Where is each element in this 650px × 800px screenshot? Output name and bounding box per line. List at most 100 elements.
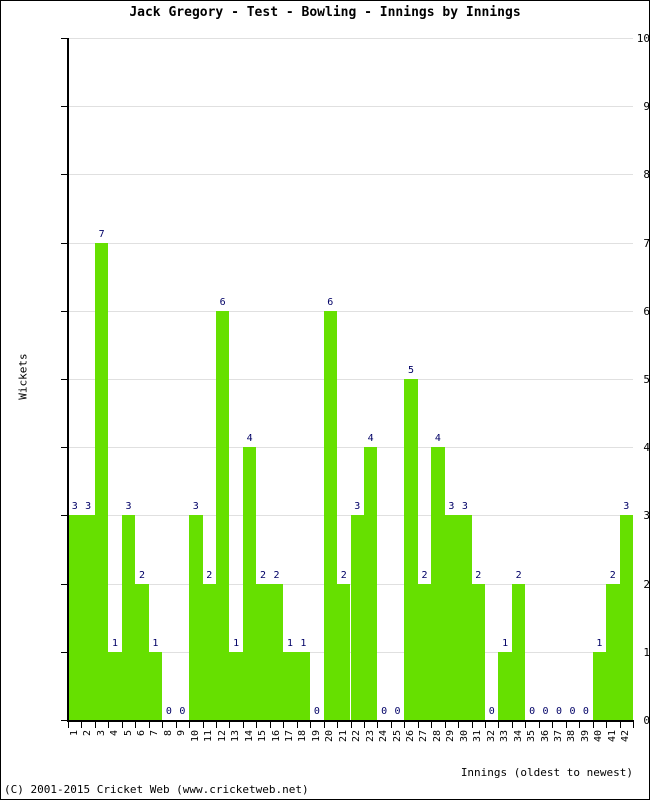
x-axis-tick (538, 722, 540, 728)
gridline (68, 38, 633, 39)
x-axis-tick-label: 18 (297, 730, 309, 743)
bar (135, 583, 149, 720)
x-axis-tick (215, 722, 217, 728)
x-axis-tick-label: 39 (579, 730, 591, 743)
x-axis-tick (108, 722, 110, 728)
bar (606, 583, 620, 720)
x-axis-tick-label: 7 (149, 730, 161, 737)
x-axis-tick-label: 28 (431, 730, 443, 743)
x-axis-tick (579, 722, 581, 728)
bar (471, 583, 485, 720)
x-axis-tick-label: 34 (512, 730, 524, 743)
x-axis-tick-label: 35 (526, 730, 538, 743)
x-axis-tick (162, 722, 164, 728)
x-axis-tick (175, 722, 177, 728)
bar (592, 651, 607, 720)
x-axis-tick (189, 722, 191, 728)
bar (323, 310, 338, 720)
bar (121, 515, 136, 720)
x-axis-tick-label: 22 (351, 730, 363, 743)
x-axis-tick (525, 722, 527, 728)
x-axis-tick-label: 37 (553, 730, 564, 743)
x-axis-tick-label: 3 (95, 730, 107, 737)
x-axis-tick-label: 26 (405, 730, 417, 743)
gridline (68, 106, 633, 108)
bar (350, 515, 364, 720)
bar (283, 651, 297, 720)
x-axis-tick (337, 722, 339, 728)
footer-copyright: (C) 2001-2015 Cricket Web (www.cricketwe… (4, 783, 309, 796)
gridline (68, 242, 633, 244)
x-axis-tick-label: 24 (378, 730, 390, 743)
gridline (68, 379, 633, 380)
bar (81, 515, 95, 720)
x-axis-tick-label: 40 (593, 730, 605, 743)
x-axis-tick (458, 722, 460, 728)
x-axis-tick (229, 722, 231, 728)
bar-value-label: 6 (327, 296, 334, 308)
x-axis-tick (619, 722, 621, 728)
x-axis-tick (404, 722, 406, 728)
bar-value-label: 6 (219, 296, 226, 308)
x-axis-tick-label: 42 (620, 730, 632, 743)
bar-value-label: 1 (152, 637, 159, 649)
x-axis-tick (135, 722, 137, 728)
bar (404, 379, 418, 720)
x-axis-tick-label: 14 (243, 730, 255, 743)
bar (337, 583, 351, 720)
bar-value-label: 3 (125, 501, 132, 513)
x-axis-tick-label: 11 (203, 730, 215, 743)
x-axis-tick (552, 722, 554, 728)
x-axis-tick-label: 9 (176, 730, 188, 737)
x-axis-tick (498, 722, 500, 728)
x-axis-tick (350, 722, 352, 728)
bar (215, 310, 230, 720)
gridline (68, 447, 633, 449)
bar-value-label: 1 (300, 637, 307, 649)
plot-area: 3371321003261422110623400524332012000001… (68, 38, 633, 721)
x-axis-tick (296, 722, 298, 728)
x-axis-tick (363, 722, 365, 728)
bar (431, 447, 445, 720)
x-axis-tick-label: 29 (445, 730, 457, 743)
bar (417, 583, 432, 720)
x-axis-tick (485, 722, 487, 728)
bar (444, 515, 459, 720)
bar-value-label: 3 (192, 501, 199, 513)
bar-value-label: 3 (623, 501, 630, 513)
bar-value-label: 7 (98, 228, 105, 240)
bar-value-label: 2 (273, 569, 280, 581)
x-axis-tick (471, 722, 473, 728)
x-axis-tick (592, 722, 594, 728)
chart-title: Jack Gregory - Test - Bowling - Innings … (129, 5, 521, 20)
x-axis-tick-label: 23 (364, 730, 376, 743)
x-axis-tick (565, 722, 567, 728)
bar (269, 583, 284, 720)
x-axis-tick-label: 21 (337, 730, 349, 743)
bar-value-label: 5 (408, 365, 415, 376)
x-axis-tick (390, 722, 392, 728)
x-axis-tick (202, 722, 204, 728)
x-axis-tick-label: 16 (270, 730, 282, 743)
y-axis-line (67, 38, 69, 721)
x-axis-tick (377, 722, 379, 728)
x-axis-tick-label: 2 (82, 730, 94, 737)
bar (68, 515, 82, 720)
bar (256, 583, 270, 720)
bar (498, 651, 512, 720)
bar-value-label: 3 (461, 501, 468, 513)
x-axis-tick-label: 41 (606, 730, 618, 743)
x-axis-tick (310, 722, 312, 728)
x-axis-tick-label: 12 (216, 730, 228, 743)
bar-value-label: 4 (434, 433, 441, 445)
bar-value-label: 2 (475, 569, 482, 581)
x-axis-tick (269, 722, 271, 728)
bar (458, 515, 472, 720)
bar (619, 515, 633, 720)
x-axis-tick (81, 722, 83, 728)
bar (363, 447, 378, 720)
bar (511, 583, 526, 720)
x-axis-tick-label: 36 (539, 730, 551, 743)
x-axis-tick-label: 33 (499, 730, 511, 743)
x-axis-tick-label: 25 (391, 730, 403, 743)
